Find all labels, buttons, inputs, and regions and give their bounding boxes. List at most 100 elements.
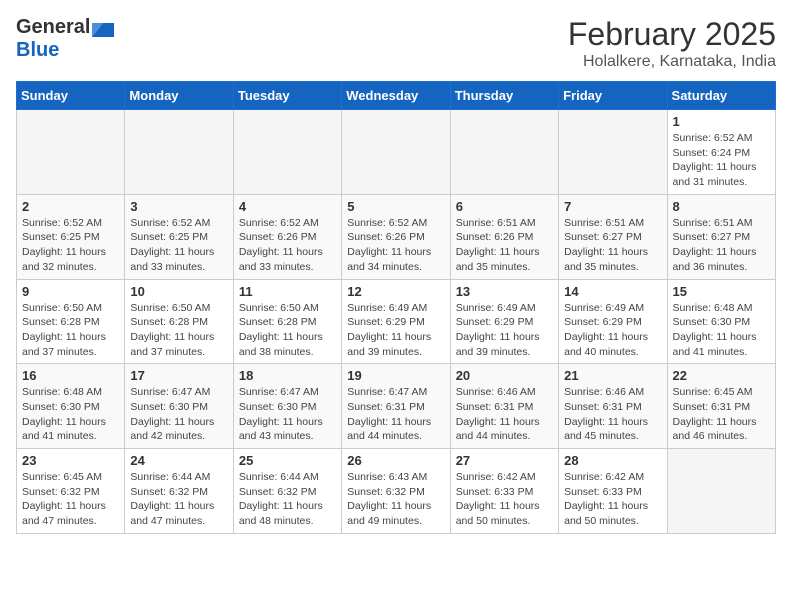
page-header: General Blue February 2025 Holalkere, Ka… <box>16 16 776 71</box>
calendar-cell: 18 Sunrise: 6:47 AM Sunset: 6:30 PM Dayli… <box>233 364 341 449</box>
calendar-cell: 2 Sunrise: 6:52 AM Sunset: 6:25 PM Daylig… <box>17 194 125 279</box>
calendar-cell: 14Sunrise: 6:49 AM Sunset: 6:29 PM Dayli… <box>559 279 667 364</box>
location: Holalkere, Karnataka, India <box>568 53 776 71</box>
day-number: 19 <box>347 368 444 383</box>
day-number: 28 <box>564 453 661 468</box>
col-header-tuesday: Tuesday <box>233 82 341 110</box>
day-number: 11 <box>239 284 336 299</box>
calendar-cell <box>17 110 125 195</box>
calendar-cell: 13Sunrise: 6:49 AM Sunset: 6:29 PM Dayli… <box>450 279 558 364</box>
day-info: Sunrise: 6:49 AM Sunset: 6:29 PM Dayligh… <box>564 301 661 360</box>
calendar-cell: 25 Sunrise: 6:44 AM Sunset: 6:32 PM Dayli… <box>233 449 341 534</box>
day-number: 9 <box>22 284 119 299</box>
day-info: Sunrise: 6:51 AM Sunset: 6:27 PM Dayligh… <box>673 216 770 275</box>
calendar-cell: 3Sunrise: 6:52 AM Sunset: 6:25 PM Daylig… <box>125 194 233 279</box>
logo-blue: Blue <box>16 39 114 62</box>
calendar-cell: 7 Sunrise: 6:51 AM Sunset: 6:27 PM Daylig… <box>559 194 667 279</box>
day-info: Sunrise: 6:45 AM Sunset: 6:31 PM Dayligh… <box>673 385 770 444</box>
day-info: Sunrise: 6:52 AM Sunset: 6:25 PM Dayligh… <box>130 216 227 275</box>
calendar-week-row: 9 Sunrise: 6:50 AM Sunset: 6:28 PM Daylig… <box>17 279 776 364</box>
day-number: 27 <box>456 453 553 468</box>
calendar-cell: 8 Sunrise: 6:51 AM Sunset: 6:27 PM Daylig… <box>667 194 775 279</box>
calendar-cell: 21 Sunrise: 6:46 AM Sunset: 6:31 PM Dayli… <box>559 364 667 449</box>
calendar-cell <box>342 110 450 195</box>
day-number: 22 <box>673 368 770 383</box>
calendar-cell: 26Sunrise: 6:43 AM Sunset: 6:32 PM Dayli… <box>342 449 450 534</box>
day-number: 7 <box>564 199 661 214</box>
day-info: Sunrise: 6:44 AM Sunset: 6:32 PM Dayligh… <box>130 470 227 529</box>
col-header-monday: Monday <box>125 82 233 110</box>
col-header-saturday: Saturday <box>667 82 775 110</box>
col-header-thursday: Thursday <box>450 82 558 110</box>
calendar-cell: 17 Sunrise: 6:47 AM Sunset: 6:30 PM Dayli… <box>125 364 233 449</box>
calendar-cell: 24 Sunrise: 6:44 AM Sunset: 6:32 PM Dayli… <box>125 449 233 534</box>
day-number: 5 <box>347 199 444 214</box>
calendar-cell: 6 Sunrise: 6:51 AM Sunset: 6:26 PM Daylig… <box>450 194 558 279</box>
day-number: 23 <box>22 453 119 468</box>
day-info: Sunrise: 6:52 AM Sunset: 6:25 PM Dayligh… <box>22 216 119 275</box>
day-info: Sunrise: 6:43 AM Sunset: 6:32 PM Dayligh… <box>347 470 444 529</box>
calendar-week-row: 1 Sunrise: 6:52 AM Sunset: 6:24 PM Daylig… <box>17 110 776 195</box>
day-info: Sunrise: 6:51 AM Sunset: 6:26 PM Dayligh… <box>456 216 553 275</box>
day-number: 2 <box>22 199 119 214</box>
calendar-cell: 12Sunrise: 6:49 AM Sunset: 6:29 PM Dayli… <box>342 279 450 364</box>
calendar-cell <box>559 110 667 195</box>
day-info: Sunrise: 6:46 AM Sunset: 6:31 PM Dayligh… <box>564 385 661 444</box>
calendar-cell: 16 Sunrise: 6:48 AM Sunset: 6:30 PM Dayli… <box>17 364 125 449</box>
day-info: Sunrise: 6:48 AM Sunset: 6:30 PM Dayligh… <box>22 385 119 444</box>
day-info: Sunrise: 6:42 AM Sunset: 6:33 PM Dayligh… <box>456 470 553 529</box>
col-header-wednesday: Wednesday <box>342 82 450 110</box>
calendar-cell: 28Sunrise: 6:42 AM Sunset: 6:33 PM Dayli… <box>559 449 667 534</box>
day-number: 25 <box>239 453 336 468</box>
calendar-cell <box>233 110 341 195</box>
month-title: February 2025 <box>568 16 776 53</box>
day-number: 10 <box>130 284 227 299</box>
day-number: 21 <box>564 368 661 383</box>
day-number: 17 <box>130 368 227 383</box>
calendar-cell: 23 Sunrise: 6:45 AM Sunset: 6:32 PM Dayli… <box>17 449 125 534</box>
day-number: 18 <box>239 368 336 383</box>
day-info: Sunrise: 6:52 AM Sunset: 6:24 PM Dayligh… <box>673 131 770 190</box>
day-info: Sunrise: 6:50 AM Sunset: 6:28 PM Dayligh… <box>239 301 336 360</box>
day-info: Sunrise: 6:47 AM Sunset: 6:30 PM Dayligh… <box>239 385 336 444</box>
calendar-cell: 10 Sunrise: 6:50 AM Sunset: 6:28 PM Dayli… <box>125 279 233 364</box>
col-header-sunday: Sunday <box>17 82 125 110</box>
logo: General Blue <box>16 16 114 62</box>
calendar-cell: 15 Sunrise: 6:48 AM Sunset: 6:30 PM Dayli… <box>667 279 775 364</box>
calendar-cell: 9Sunrise: 6:50 AM Sunset: 6:28 PM Daylig… <box>17 279 125 364</box>
day-number: 24 <box>130 453 227 468</box>
day-number: 4 <box>239 199 336 214</box>
day-info: Sunrise: 6:49 AM Sunset: 6:29 PM Dayligh… <box>456 301 553 360</box>
day-number: 8 <box>673 199 770 214</box>
day-info: Sunrise: 6:47 AM Sunset: 6:31 PM Dayligh… <box>347 385 444 444</box>
title-block: February 2025 Holalkere, Karnataka, Indi… <box>568 16 776 71</box>
calendar-cell: 27 Sunrise: 6:42 AM Sunset: 6:33 PM Dayli… <box>450 449 558 534</box>
day-number: 1 <box>673 114 770 129</box>
day-number: 15 <box>673 284 770 299</box>
calendar-cell <box>450 110 558 195</box>
calendar-week-row: 2 Sunrise: 6:52 AM Sunset: 6:25 PM Daylig… <box>17 194 776 279</box>
calendar-header-row: SundayMondayTuesdayWednesdayThursdayFrid… <box>17 82 776 110</box>
calendar-table: SundayMondayTuesdayWednesdayThursdayFrid… <box>16 81 776 534</box>
day-info: Sunrise: 6:50 AM Sunset: 6:28 PM Dayligh… <box>130 301 227 360</box>
calendar-cell: 5 Sunrise: 6:52 AM Sunset: 6:26 PM Daylig… <box>342 194 450 279</box>
calendar-cell <box>667 449 775 534</box>
calendar-cell: 1 Sunrise: 6:52 AM Sunset: 6:24 PM Daylig… <box>667 110 775 195</box>
calendar-cell: 19 Sunrise: 6:47 AM Sunset: 6:31 PM Dayli… <box>342 364 450 449</box>
day-number: 6 <box>456 199 553 214</box>
calendar-cell <box>125 110 233 195</box>
calendar-week-row: 23 Sunrise: 6:45 AM Sunset: 6:32 PM Dayli… <box>17 449 776 534</box>
day-info: Sunrise: 6:48 AM Sunset: 6:30 PM Dayligh… <box>673 301 770 360</box>
day-info: Sunrise: 6:52 AM Sunset: 6:26 PM Dayligh… <box>347 216 444 275</box>
day-info: Sunrise: 6:44 AM Sunset: 6:32 PM Dayligh… <box>239 470 336 529</box>
day-info: Sunrise: 6:47 AM Sunset: 6:30 PM Dayligh… <box>130 385 227 444</box>
day-info: Sunrise: 6:51 AM Sunset: 6:27 PM Dayligh… <box>564 216 661 275</box>
day-number: 16 <box>22 368 119 383</box>
day-info: Sunrise: 6:45 AM Sunset: 6:32 PM Dayligh… <box>22 470 119 529</box>
day-info: Sunrise: 6:46 AM Sunset: 6:31 PM Dayligh… <box>456 385 553 444</box>
day-number: 12 <box>347 284 444 299</box>
calendar-cell: 20 Sunrise: 6:46 AM Sunset: 6:31 PM Dayli… <box>450 364 558 449</box>
day-info: Sunrise: 6:52 AM Sunset: 6:26 PM Dayligh… <box>239 216 336 275</box>
day-number: 20 <box>456 368 553 383</box>
calendar-cell: 4 Sunrise: 6:52 AM Sunset: 6:26 PM Daylig… <box>233 194 341 279</box>
